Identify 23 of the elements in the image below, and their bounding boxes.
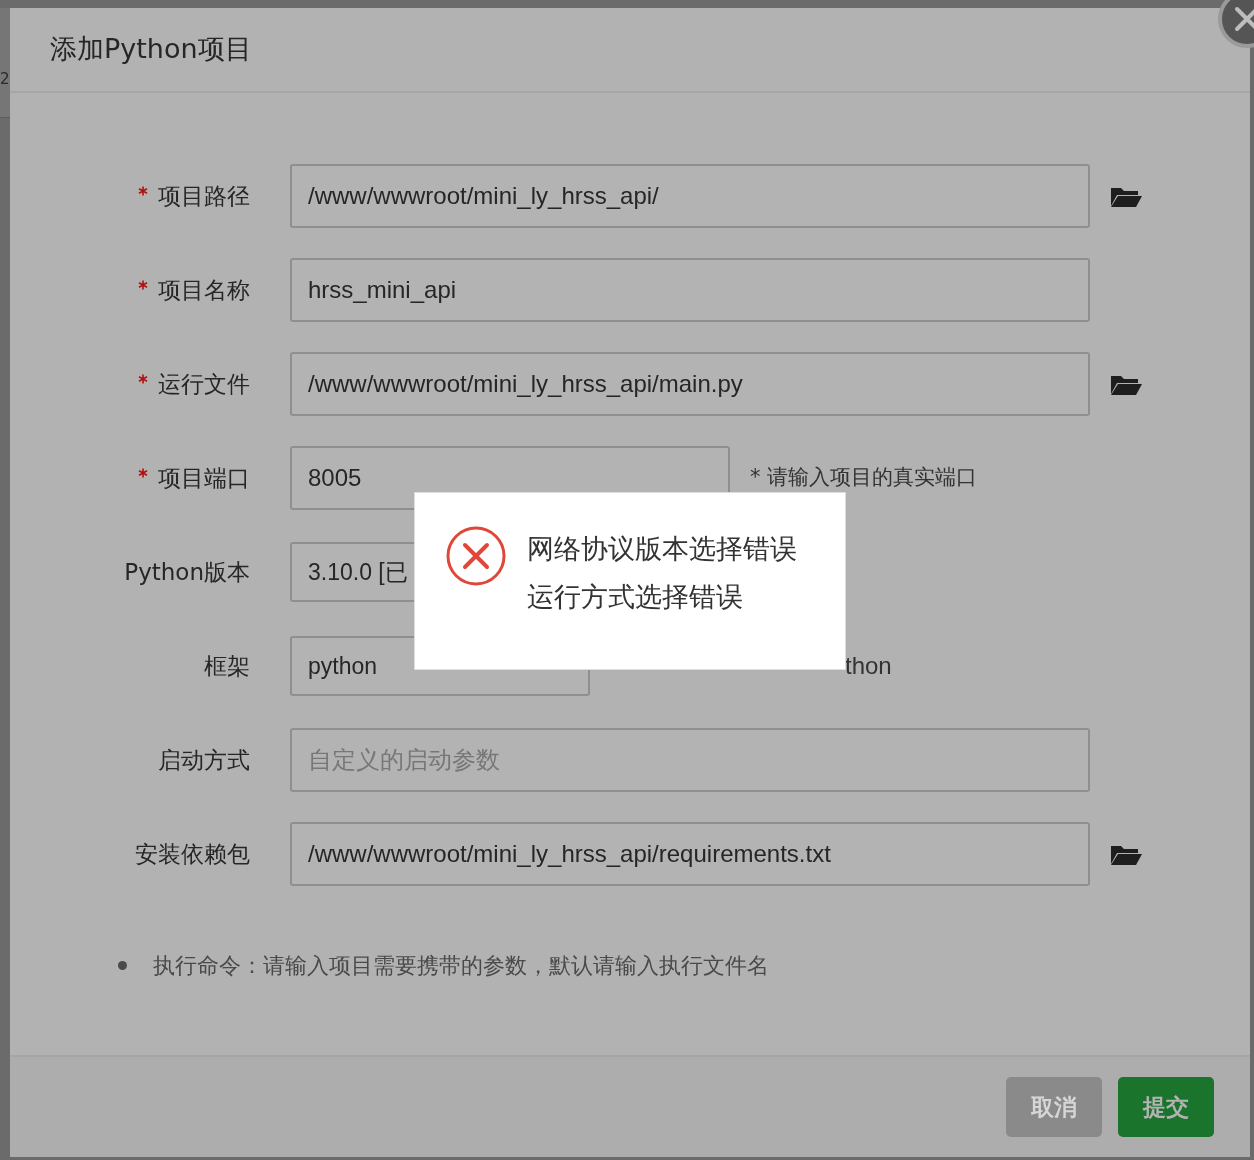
hint-text: * 请输入项目的真实端口: [750, 464, 978, 492]
field-label: 运行文件: [158, 370, 250, 397]
bullet-icon: [118, 961, 127, 970]
input-field[interactable]: hrss_mini_api: [290, 258, 1090, 322]
field-label: 框架: [203, 651, 250, 681]
dialog-title: 添加Python项目: [50, 32, 252, 67]
field-label: 项目路径: [158, 182, 250, 209]
input-field[interactable]: /www/wwwroot/mini_ly_hrss_api/: [290, 164, 1090, 228]
field-label: 安装依赖包: [134, 839, 250, 869]
table-cell: 2: [0, 70, 10, 88]
field-label: 启动方式: [157, 745, 250, 775]
field-label: 项目端口: [158, 464, 250, 491]
hint-text: thon: [845, 651, 892, 681]
toast-message: 运行方式选择错误: [527, 580, 744, 614]
error-icon: [445, 525, 507, 587]
input-field[interactable]: 自定义的启动参数: [290, 728, 1090, 792]
toast-message: 网络协议版本选择错误: [527, 532, 797, 566]
field-label: Python版本: [123, 557, 250, 587]
field-label: 项目名称: [158, 276, 250, 303]
close-icon: [1233, 5, 1254, 33]
note-text: 执行命令：请输入项目需要携带的参数，默认请输入执行文件名: [153, 952, 769, 980]
input-field[interactable]: /www/wwwroot/mini_ly_hrss_api/requirements.txt: [290, 822, 1090, 886]
input-field[interactable]: /www/wwwroot/mini_ly_hrss_api/main.py: [290, 352, 1090, 416]
